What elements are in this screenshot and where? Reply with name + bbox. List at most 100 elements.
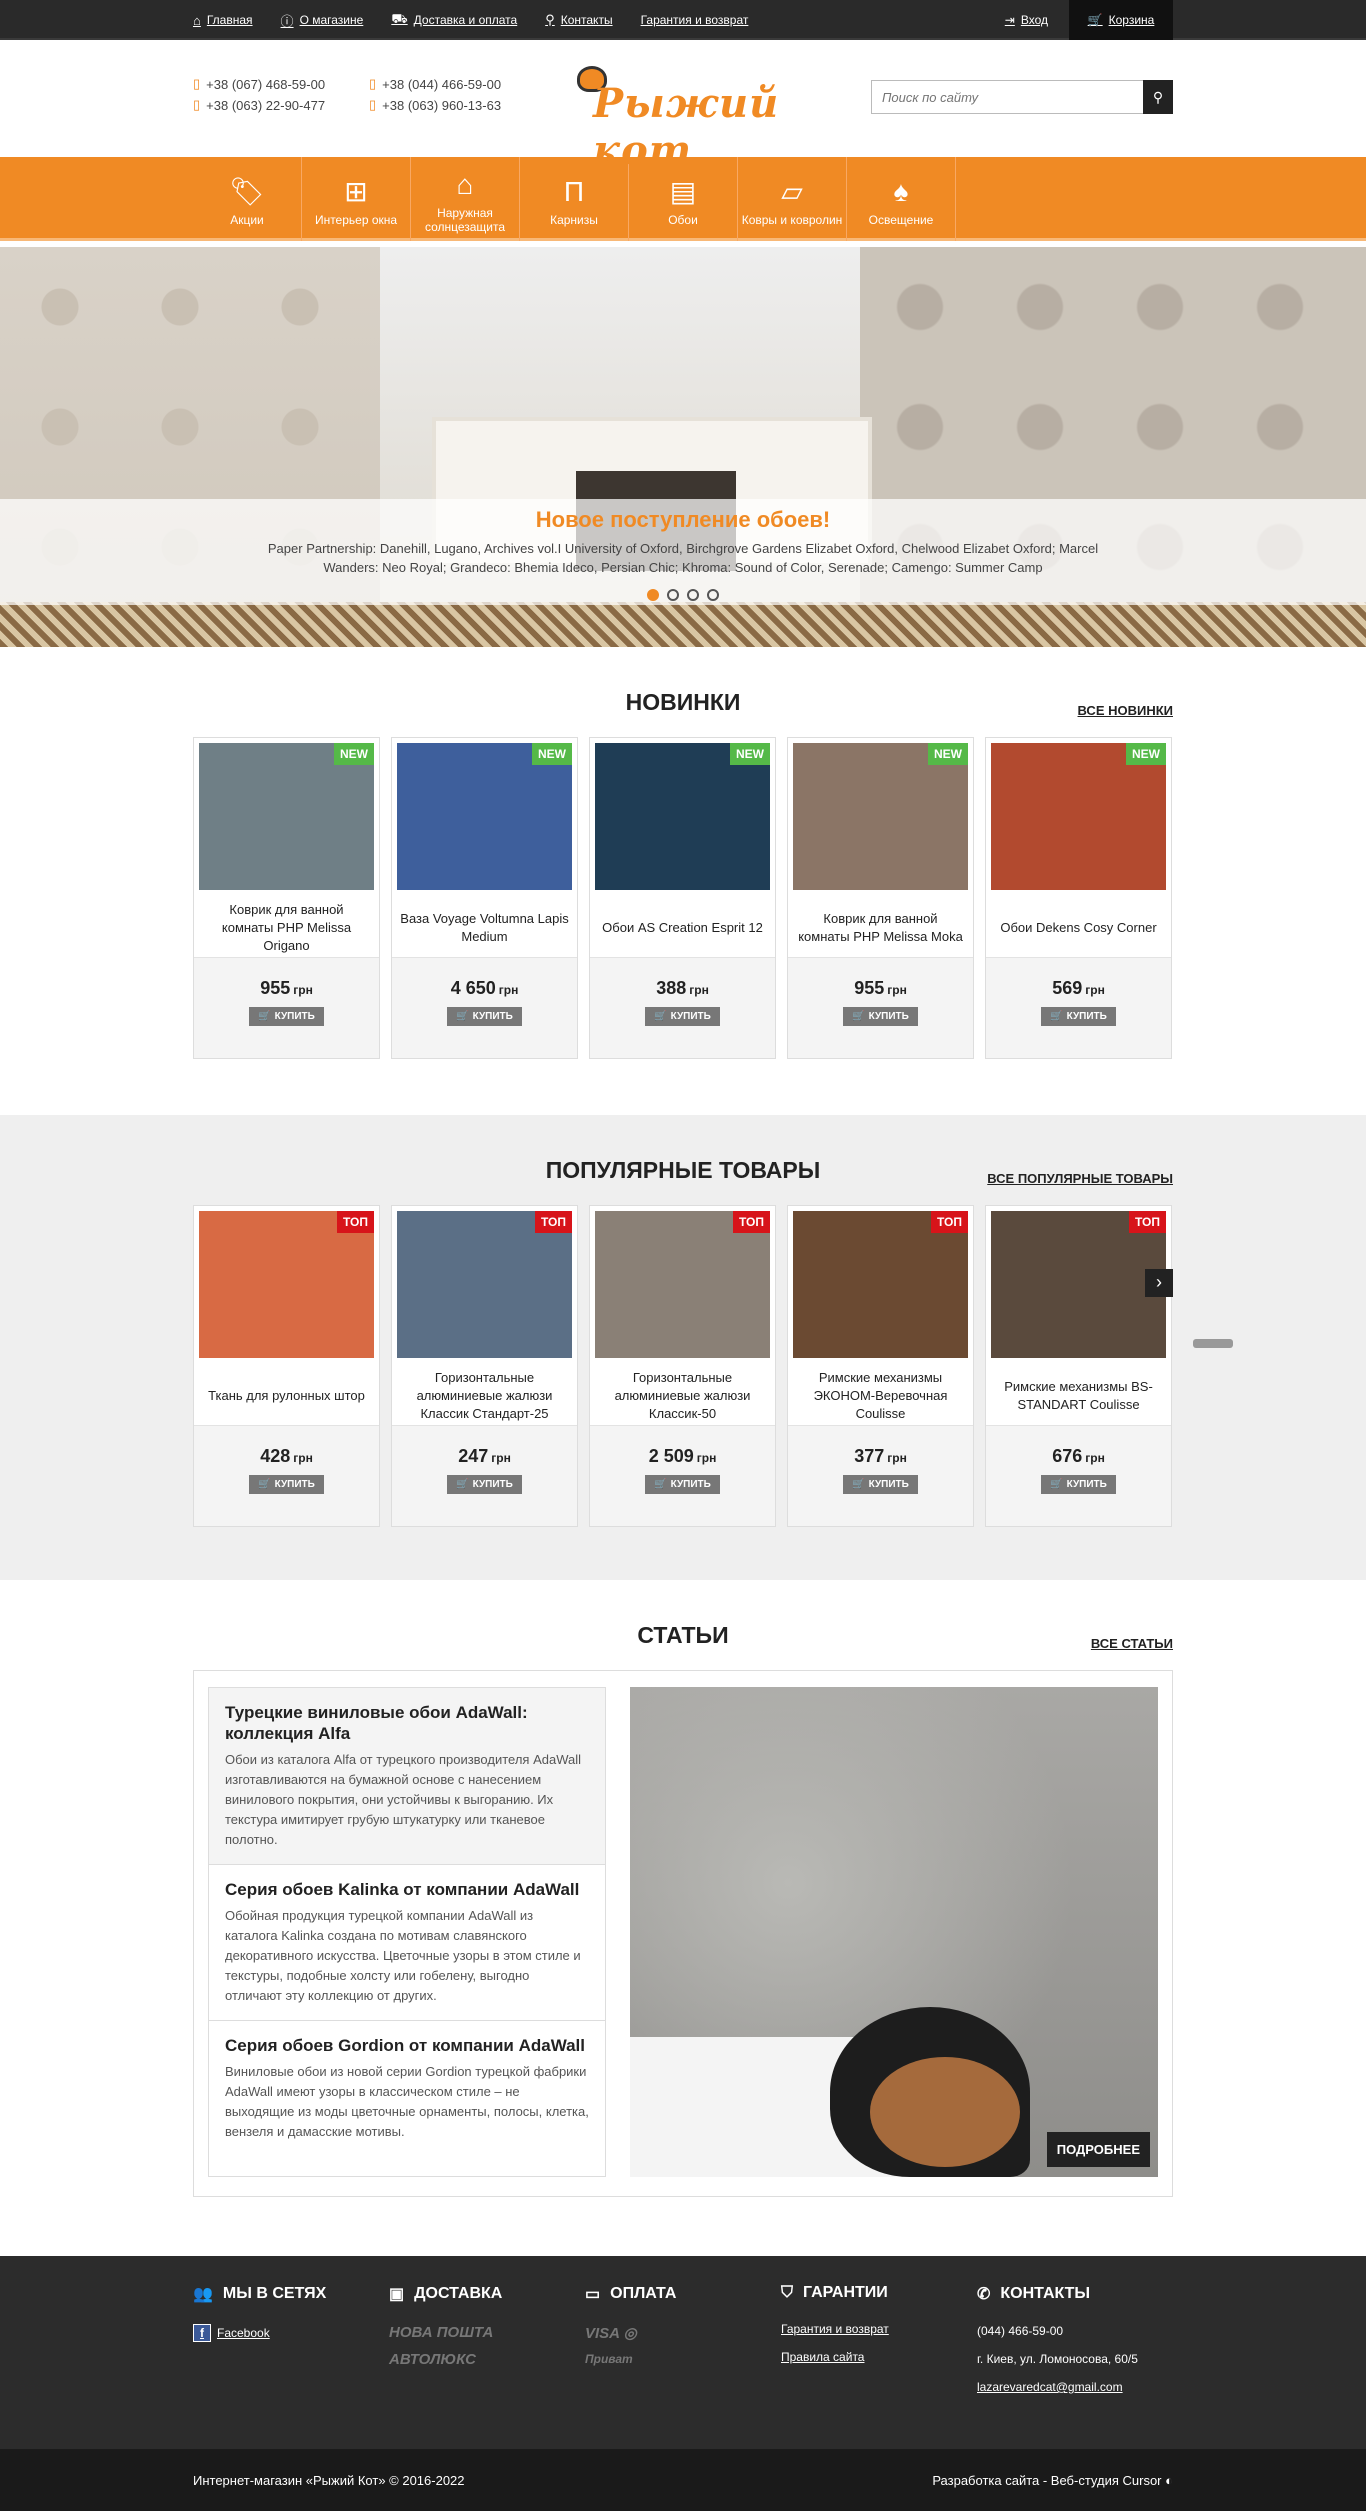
developer-link[interactable]: Разработка сайта - Веб-студия Cursor ◐: [932, 2473, 1173, 2488]
search-input[interactable]: [871, 80, 1143, 114]
product-image[interactable]: ТОП: [793, 1211, 968, 1358]
buy-button[interactable]: 🛒 КУПИТЬ: [843, 1475, 918, 1494]
product-image[interactable]: NEW: [793, 743, 968, 890]
facebook-icon: f: [193, 2324, 211, 2342]
slider-dot[interactable]: [647, 589, 659, 601]
all-new-link[interactable]: ВСЕ НОВИНКИ: [1078, 703, 1173, 718]
product-name[interactable]: Римские механизмы BS-STANDART Coulisse: [986, 1363, 1171, 1429]
article-item[interactable]: Серия обоев Kalinka от компании AdaWall …: [209, 1865, 605, 2021]
article-image-chair-seat: [870, 2057, 1020, 2167]
topnav-home[interactable]: ⌂ Главная: [193, 11, 253, 30]
product-name[interactable]: Горизонтальные алюминиевые жалюзи Класси…: [392, 1363, 577, 1429]
product-name[interactable]: Обои Dekens Cosy Corner: [986, 895, 1171, 961]
topnav-delivery[interactable]: ⛟ Доставка и оплата: [391, 11, 517, 30]
hero-text: Paper Partnership: Danehill, Lugano, Arc…: [267, 541, 1099, 575]
product-image[interactable]: NEW: [397, 743, 572, 890]
article-image[interactable]: ПОДРОБНЕЕ: [630, 1687, 1158, 2177]
phone-item[interactable]: ▯ +38 (063) 22-90-477: [193, 97, 369, 113]
buy-button[interactable]: 🛒 КУПИТЬ: [249, 1007, 324, 1026]
buy-button[interactable]: 🛒 КУПИТЬ: [249, 1475, 324, 1494]
product-image[interactable]: ТОП: [397, 1211, 572, 1358]
info-icon: ⓘ: [280, 13, 294, 29]
product-card[interactable]: NEW Обои AS Creation Esprit 12 388 грн 🛒 КУПИ…: [589, 737, 776, 1059]
rules-link[interactable]: Правила сайта: [781, 2350, 977, 2364]
product-card[interactable]: ТОП Ткань для рулонных штор 428 грн 🛒 КУПИТЬ: [193, 1205, 380, 1527]
buy-button[interactable]: 🛒 КУПИТЬ: [1041, 1007, 1116, 1026]
buy-button[interactable]: 🛒 КУПИТЬ: [1041, 1475, 1116, 1494]
wallpaper-roll-icon: ▤: [669, 175, 697, 207]
product-card[interactable]: NEW Коврик для ванной комнаты PHP Melissa…: [193, 737, 380, 1059]
buy-button[interactable]: 🛒 КУПИТЬ: [645, 1475, 720, 1494]
phone-item[interactable]: ▯ +38 (063) 960-13-63: [369, 97, 529, 113]
product-card[interactable]: ТОП Горизонтальные алюминиевые жалюзи Кла…: [589, 1205, 776, 1527]
product-image[interactable]: NEW: [991, 743, 1166, 890]
category-sale[interactable]: 🏷 Акции: [193, 157, 302, 241]
phone-item[interactable]: ▯ +38 (044) 466-59-00: [369, 76, 529, 92]
topnav-contacts[interactable]: ⚲ Контакты: [545, 11, 612, 30]
search-button[interactable]: ⚲: [1143, 80, 1173, 114]
buy-button[interactable]: 🛒 КУПИТЬ: [843, 1007, 918, 1026]
guarantee-link[interactable]: Гарантия и возврат: [781, 2322, 977, 2336]
topnav-guarantee[interactable]: Гарантия и возврат: [641, 11, 749, 30]
product-card[interactable]: ТОП Римские механизмы ЭКОНОМ-Веревочная C…: [787, 1205, 974, 1527]
side-scroll-handle[interactable]: [1193, 1339, 1233, 1348]
footer-phone[interactable]: (044) 466-59-00: [977, 2324, 1173, 2338]
slider-dot[interactable]: [707, 589, 719, 601]
hero-slider[interactable]: Новое поступление обоев! Paper Partnersh…: [0, 247, 1366, 647]
product-name[interactable]: Горизонтальные алюминиевые жалюзи Класси…: [590, 1363, 775, 1429]
cart-icon: 🛒: [654, 1011, 667, 1022]
product-name[interactable]: Ткань для рулонных штор: [194, 1363, 379, 1429]
all-articles-link[interactable]: ВСЕ СТАТЬИ: [1091, 1636, 1173, 1651]
cart-icon: 🛒: [456, 1479, 469, 1490]
buy-button[interactable]: 🛒 КУПИТЬ: [447, 1007, 522, 1026]
hero-title[interactable]: Новое поступление обоев!: [0, 507, 1366, 533]
site-logo[interactable]: Рыжий кот: [563, 62, 778, 174]
articles-list: Турецкие виниловые обои AdaWall: коллекц…: [208, 1687, 606, 2177]
product-name[interactable]: Коврик для ванной комнаты PHP Melissa Mo…: [788, 895, 973, 961]
cart-button[interactable]: 🛒 Корзина: [1069, 0, 1173, 40]
product-badge: ТОП: [931, 1211, 968, 1233]
product-card[interactable]: ТОП Горизонтальные алюминиевые жалюзи Кла…: [391, 1205, 578, 1527]
product-name[interactable]: Коврик для ванной комнаты PHP Melissa Or…: [194, 895, 379, 961]
all-popular-link[interactable]: ВСЕ ПОПУЛЯРНЫЕ ТОВАРЫ: [987, 1171, 1173, 1186]
product-price: 377 грн: [854, 1446, 907, 1466]
footer-email[interactable]: lazarevaredcat@gmail.com: [977, 2380, 1173, 2394]
buy-button[interactable]: 🛒 КУПИТЬ: [447, 1475, 522, 1494]
product-card[interactable]: NEW Коврик для ванной комнаты PHP Melissa…: [787, 737, 974, 1059]
product-image[interactable]: NEW: [595, 743, 770, 890]
slider-dot[interactable]: [667, 589, 679, 601]
slider-dot[interactable]: [687, 589, 699, 601]
product-card[interactable]: NEW Обои Dekens Cosy Corner 569 грн 🛒 КУПИТЬ: [985, 737, 1172, 1059]
product-price: 569 грн: [1052, 978, 1105, 998]
article-item[interactable]: Серия обоев Gordion от компании AdaWall …: [209, 2021, 605, 2156]
product-image[interactable]: ТОП: [199, 1211, 374, 1358]
topnav-about[interactable]: ⓘ О магазине: [281, 11, 364, 30]
carousel-next-button[interactable]: ›: [1145, 1269, 1173, 1297]
product-card[interactable]: ТОП Римские механизмы BS-STANDART Couliss…: [985, 1205, 1172, 1527]
cart-icon: 🛒: [258, 1479, 271, 1490]
product-name[interactable]: Римские механизмы ЭКОНОМ-Веревочная Coul…: [788, 1363, 973, 1429]
login-icon: ⇥: [1004, 13, 1015, 27]
product-card[interactable]: NEW Ваза Voyage Voltumna Lapis Medium 4 65…: [391, 737, 578, 1059]
category-sun-protection[interactable]: ⌂ Наружная солнцезащита: [411, 157, 520, 241]
product-image[interactable]: NEW: [199, 743, 374, 890]
truck-icon: ⛟: [391, 11, 408, 26]
product-price-box: 4 650 грн 🛒 КУПИТЬ: [392, 957, 577, 1058]
category-window-interior[interactable]: ⊞ Интерьер окна: [302, 157, 411, 241]
cart-icon: 🛒: [852, 1479, 865, 1490]
phone-icon: ✆: [977, 2286, 991, 2303]
product-image[interactable]: ТОП: [991, 1211, 1166, 1358]
category-lighting[interactable]: ♠ Освещение: [847, 157, 956, 241]
facebook-link[interactable]: f Facebook: [193, 2324, 389, 2342]
article-item[interactable]: Турецкие виниловые обои AdaWall: коллекц…: [209, 1688, 605, 1865]
product-image[interactable]: ТОП: [595, 1211, 770, 1358]
product-name[interactable]: Обои AS Creation Esprit 12: [590, 895, 775, 961]
phone-item[interactable]: ▯ +38 (067) 468-59-00: [193, 76, 369, 92]
section-title: СТАТЬИ: [637, 1622, 729, 1648]
product-price: 247 грн: [458, 1446, 511, 1466]
product-name[interactable]: Ваза Voyage Voltumna Lapis Medium: [392, 895, 577, 961]
buy-button[interactable]: 🛒 КУПИТЬ: [645, 1007, 720, 1026]
more-button[interactable]: ПОДРОБНЕЕ: [1046, 2132, 1150, 2167]
login-link[interactable]: ⇥ Вход: [1005, 0, 1048, 40]
search-form: ⚲: [871, 80, 1173, 114]
